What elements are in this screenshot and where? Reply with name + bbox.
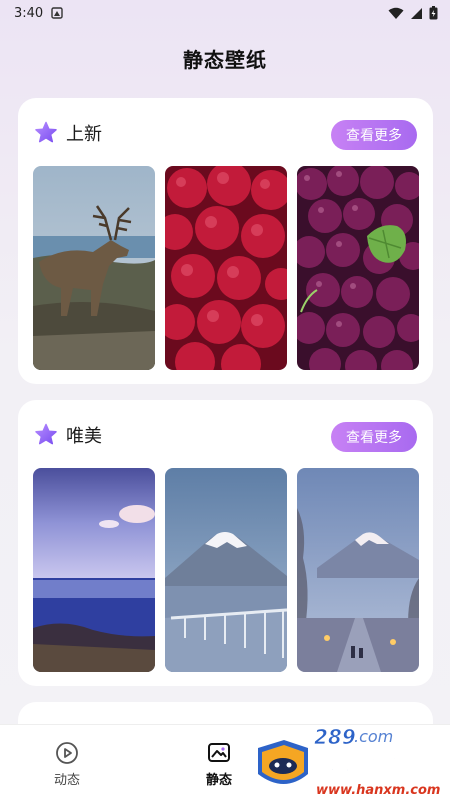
nav-label: 动态 <box>54 773 81 788</box>
nav-item-static[interactable]: 静态 <box>206 741 232 788</box>
wallpaper-thumb-elk[interactable] <box>33 166 155 370</box>
svg-text:289: 289 <box>314 725 356 749</box>
section-header: 上新 <box>34 120 102 146</box>
view-more-button[interactable]: 查看更多 <box>331 422 417 452</box>
wallpaper-thumb-fuji-street[interactable] <box>297 468 419 672</box>
section-card-beautiful: 唯美 查看更多 <box>18 400 433 686</box>
battery-icon <box>429 6 438 20</box>
notification-icon <box>51 7 63 19</box>
view-more-button[interactable]: 查看更多 <box>331 120 417 150</box>
section-card-new: 上新 查看更多 <box>18 98 433 384</box>
wallpaper-thumb-grapes[interactable] <box>297 166 419 370</box>
section-title: 唯美 <box>66 426 102 447</box>
wallpaper-thumb-sea[interactable] <box>33 468 155 672</box>
status-time: 3:40 <box>14 5 44 21</box>
wallpaper-thumb-fuji-pier[interactable] <box>165 468 287 672</box>
star-icon <box>35 423 57 445</box>
section-title: 上新 <box>66 124 102 145</box>
wifi-icon <box>388 7 404 19</box>
play-circle-icon <box>56 742 78 764</box>
nav-label-active: 静态 <box>206 773 233 788</box>
star-icon <box>35 121 57 143</box>
svg-text:.com: .com <box>354 727 393 746</box>
status-bar: 3:40 <box>0 0 450 26</box>
page-title: 静态壁纸 <box>183 48 267 72</box>
watermark-logo: 289 .com 西美手游网 www.hanxm.com <box>250 718 450 800</box>
image-icon <box>208 743 230 762</box>
wallpaper-thumb-raspberries[interactable] <box>165 166 287 370</box>
signal-icon <box>411 7 422 19</box>
svg-text:西美手游网: 西美手游网 <box>312 754 432 782</box>
svg-text:www.hanxm.com: www.hanxm.com <box>316 783 440 798</box>
section-header: 唯美 <box>34 422 102 448</box>
nav-item-dynamic[interactable]: 动态 <box>54 741 80 788</box>
